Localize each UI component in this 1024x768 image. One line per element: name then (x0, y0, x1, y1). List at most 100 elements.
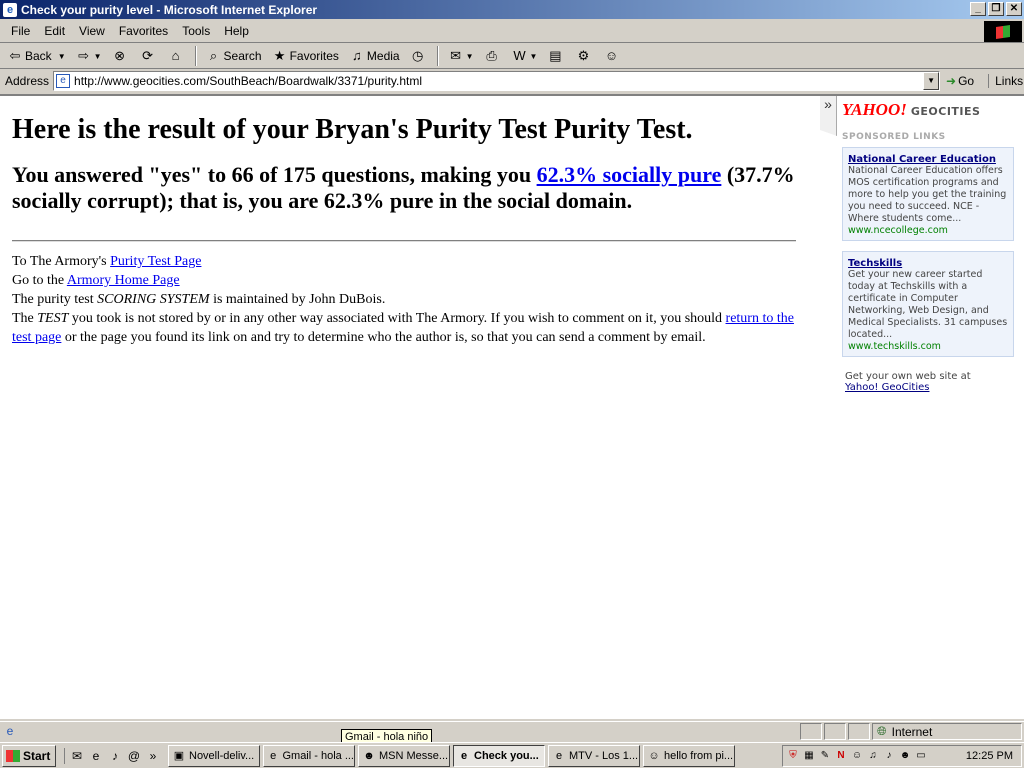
refresh-button[interactable]: ⟳ (137, 45, 161, 67)
address-dropdown[interactable]: ▼ (923, 72, 940, 90)
footer-text: To The Armory's Purity Test Page Go to t… (12, 254, 794, 345)
address-label: Address (5, 74, 50, 88)
antivirus-icon[interactable]: ⛨ (786, 749, 800, 763)
task-button[interactable]: ☻ MSN Messe... (358, 744, 450, 767)
ie-icon: e (3, 2, 17, 17)
volume-icon[interactable]: ♪ (882, 749, 896, 763)
start-button[interactable]: Start (2, 744, 56, 767)
close-button[interactable]: ✕ (1006, 2, 1022, 16)
geocities-sidebar: YAHOO! GEOCITIES SPONSORED LINKS National… (842, 100, 1014, 393)
msn-icon: ☻ (363, 749, 375, 762)
yahoo-geocities-logo[interactable]: YAHOO! GEOCITIES (842, 100, 1014, 120)
globe-icon: 🌐︎ (877, 724, 887, 738)
outlook-express-icon[interactable]: @ (126, 748, 142, 764)
ie-quicklaunch-icon[interactable]: e (88, 748, 104, 764)
discuss-button[interactable]: ▤ (544, 45, 568, 67)
norton-icon[interactable]: N (834, 749, 848, 763)
media-player-icon[interactable]: ♪ (107, 748, 123, 764)
ad-description: National Career Education offers MOS cer… (848, 165, 1007, 224)
back-arrow-icon: ⇦ (9, 48, 21, 63)
windows-logo (984, 21, 1022, 42)
history-icon: ◷ (411, 48, 424, 63)
favorites-button[interactable]: ★ Favorites (269, 45, 342, 67)
ie-icon: e (555, 749, 563, 762)
search-button[interactable]: ⌕ Search (203, 45, 265, 67)
messenger-tray-icon[interactable]: ☺ (850, 749, 864, 763)
purity-test-page-link[interactable]: Purity Test Page (110, 254, 201, 269)
outlook-icon[interactable]: ✉ (69, 748, 85, 764)
socially-pure-link[interactable]: 62.3% socially pure (537, 162, 722, 187)
novell-icon: ▣ (173, 750, 185, 762)
links-button[interactable]: Links (988, 74, 1023, 88)
ad-title-link[interactable]: Techskills (848, 258, 902, 269)
home-button[interactable]: ⌂ (165, 45, 189, 67)
menu-file[interactable]: File (4, 22, 37, 40)
forward-button[interactable]: ⇨ ▼ (73, 45, 105, 67)
yahoo-geocities-link[interactable]: Yahoo! GeoCities (845, 382, 1014, 393)
clock[interactable]: 12:25 PM (966, 750, 1013, 762)
task-button[interactable]: e Gmail - hola ... (263, 744, 355, 767)
task-button[interactable]: ☺ hello from pi... (643, 744, 735, 767)
back-button[interactable]: ⇦ Back ▼ (4, 45, 69, 67)
history-button[interactable]: ◷ (407, 45, 431, 67)
users-icon[interactable]: ☻ (898, 749, 912, 763)
status-bar: e 🌐︎ Internet (0, 721, 1024, 741)
address-url: http://www.geocities.com/SouthBeach/Boar… (74, 74, 422, 88)
result-text: You answered "yes" to 66 of 175 question… (12, 162, 795, 213)
security-zone: 🌐︎ Internet (872, 723, 1022, 740)
menu-bar: File Edit View Favorites Tools Help (0, 19, 1024, 43)
menu-help[interactable]: Help (217, 22, 256, 40)
title-bar: e Check your purity level - Microsoft In… (0, 0, 1024, 19)
windows-flag-icon (6, 749, 20, 762)
research-icon: ⚙ (577, 48, 590, 63)
armory-home-link[interactable]: Armory Home Page (67, 273, 180, 288)
task-button[interactable]: e MTV - Los 1... (548, 744, 640, 767)
stop-button[interactable]: ⊗ (109, 45, 133, 67)
minimize-button[interactable]: _ (970, 2, 986, 16)
refresh-icon: ⟳ (142, 48, 153, 63)
system-tray: ⛨ ▦ ✎ N ☺ ♫ ♪ ☻ ▭ 12:25 PM (782, 744, 1022, 767)
go-button[interactable]: ➜ Go (946, 74, 974, 88)
search-icon: ⌕ (209, 48, 218, 63)
ie-icon: e (460, 749, 468, 762)
monitor-icon[interactable]: ▭ (914, 749, 928, 763)
menu-tools[interactable]: Tools (175, 22, 217, 40)
edit-button[interactable]: W ▼ (509, 45, 541, 67)
messenger-button[interactable]: ☺ (600, 45, 624, 67)
restore-button[interactable]: ❐ (988, 2, 1004, 16)
ad-url[interactable]: www.ncecollege.com (848, 225, 1008, 236)
menu-favorites[interactable]: Favorites (112, 22, 175, 40)
mail-icon: ✉ (450, 48, 462, 63)
research-button[interactable]: ⚙ (572, 45, 596, 67)
sidebar-toggle[interactable]: » (820, 96, 837, 136)
address-input[interactable]: e http://www.geocities.com/SouthBeach/Bo… (53, 71, 941, 91)
go-arrow-icon: ➜ (946, 74, 957, 88)
home-icon: ⌂ (171, 48, 180, 63)
standard-toolbar: ⇦ Back ▼ ⇨ ▼ ⊗ ⟳ ⌂ ⌕ Search ★ Favorites ♫ Medi… (0, 44, 1024, 69)
ad-description: Get your new career started today at Tec… (848, 269, 1008, 340)
menu-edit[interactable]: Edit (37, 22, 72, 40)
messenger-icon: ☺ (604, 48, 619, 63)
mail-button[interactable]: ✉ ▼ (445, 45, 477, 67)
sponsored-links-heading: SPONSORED LINKS (842, 132, 946, 142)
network-icon[interactable]: ▦ (802, 749, 816, 763)
media-icon: ♫ (352, 48, 362, 63)
print-button[interactable]: ⎙ (481, 45, 505, 67)
media-button[interactable]: ♫ Media (346, 45, 403, 67)
forward-arrow-icon: ⇨ (78, 48, 90, 63)
pen-icon[interactable]: ✎ (818, 749, 832, 763)
stop-icon: ⊗ (114, 48, 125, 63)
more-icon[interactable]: » (145, 748, 161, 764)
ad-title-link[interactable]: National Career Education (848, 154, 996, 165)
page-content: Here is the result of your Bryan's Purit… (12, 112, 802, 347)
ad-url[interactable]: www.techskills.com (848, 341, 1008, 352)
ad-block: National Career Education National Caree… (842, 147, 1014, 241)
task-button[interactable]: ▣ Novell-deliv... (168, 744, 260, 767)
word-icon: W (513, 48, 526, 63)
music-tray-icon[interactable]: ♫ (866, 749, 880, 763)
page-status-icon: e (6, 723, 14, 738)
menu-view[interactable]: View (72, 22, 112, 40)
ie-icon: e (270, 749, 277, 762)
task-button-active[interactable]: e Check you... (453, 744, 545, 767)
document-icon: ▤ (549, 48, 562, 63)
